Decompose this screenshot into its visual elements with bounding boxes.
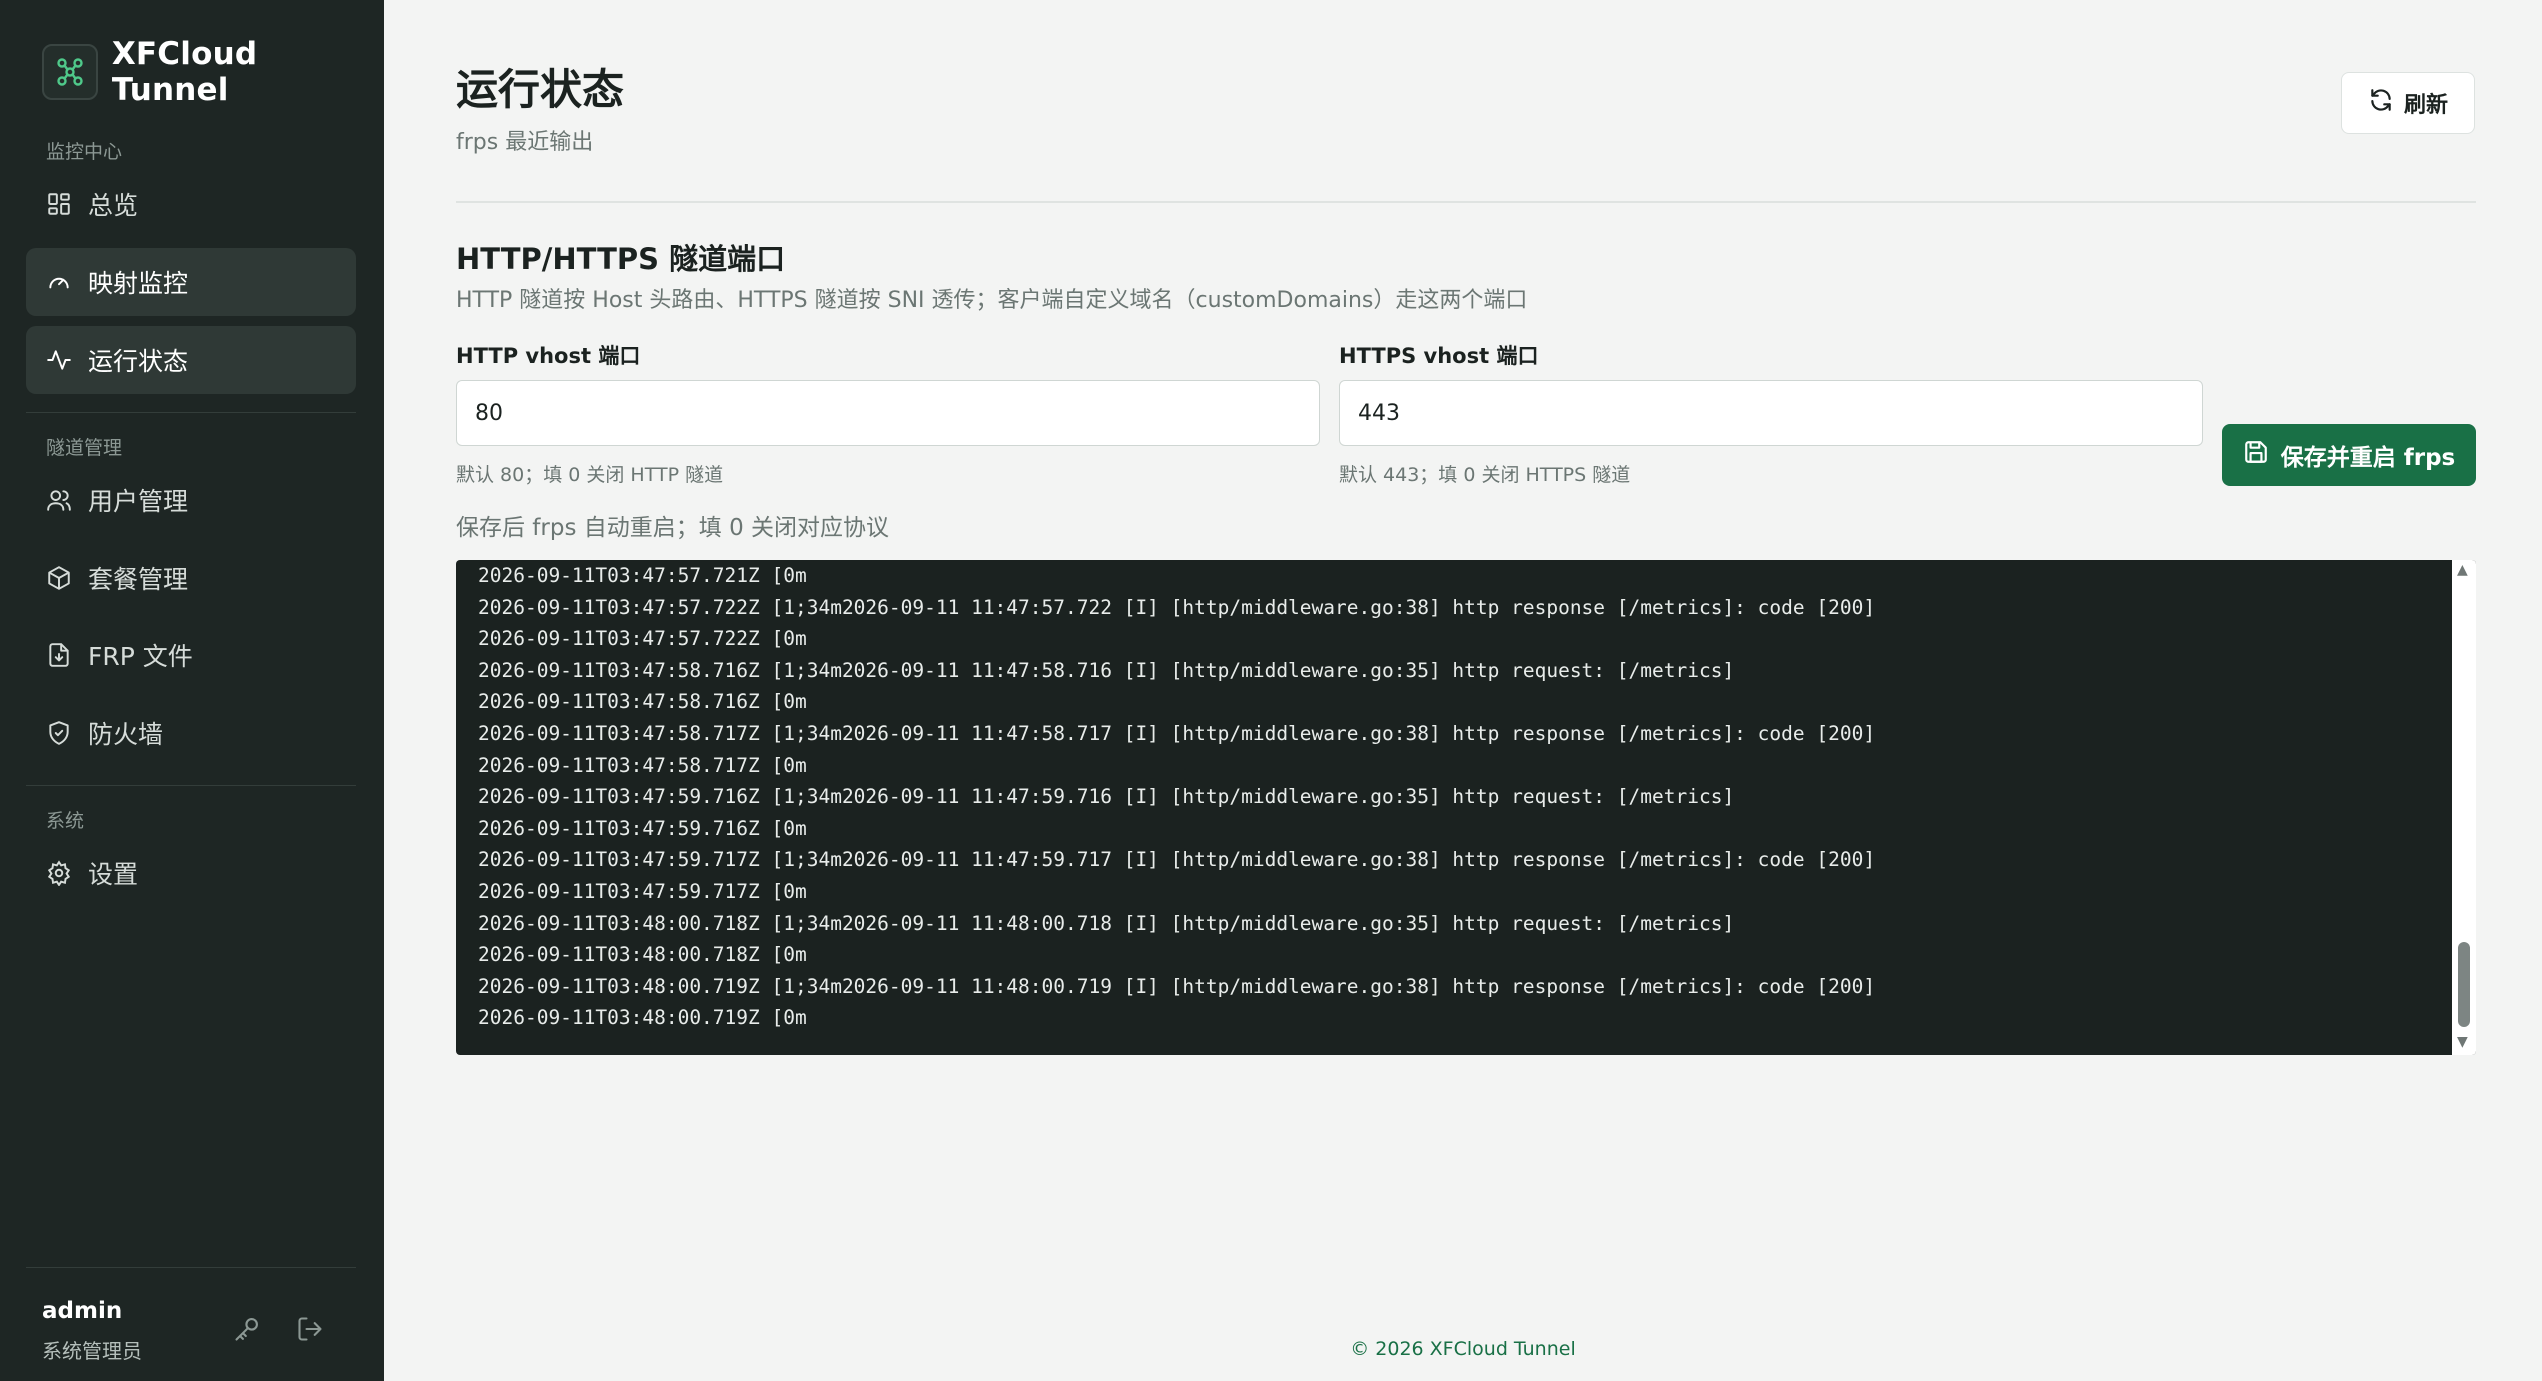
sidebar-item-packages[interactable]: 套餐管理 (26, 544, 356, 612)
log-output[interactable]: 2026-09-11T03:47:57.721Z [0m 2026-09-11T… (456, 560, 2476, 1055)
package-icon (44, 563, 74, 593)
log-line: 2026-09-11T03:47:59.717Z [0m (478, 876, 2436, 908)
log-line: 2026-09-11T03:47:57.721Z [0m (478, 560, 2436, 592)
https-port-input[interactable] (1339, 380, 2203, 446)
log-line: 2026-09-11T03:48:00.718Z [1;34m2026-09-… (478, 908, 2436, 940)
log-line: 2026-09-11T03:47:58.716Z [1;34m2026-09-… (478, 655, 2436, 687)
sidebar-item-users[interactable]: 用户管理 (26, 466, 356, 534)
log-line: 2026-09-11T03:47:59.717Z [1;34m2026-09-… (478, 844, 2436, 876)
sidebar-item-label: 防火墙 (88, 715, 163, 751)
sidebar-divider (26, 412, 356, 413)
sidebar-item-settings[interactable]: 设置 (26, 839, 356, 907)
sidebar-item-mapping-monitor[interactable]: 映射监控 (26, 248, 356, 316)
activity-icon (44, 345, 74, 375)
main-content: 运行状态 frps 最近输出 刷新 HTTP/HTTPS 隧道端口 HTTP 隧… (384, 0, 2542, 1381)
footer-copyright: © 2026 XFCloud Tunnel (384, 1338, 2542, 1360)
log-line: 2026-09-11T03:47:58.717Z [1;34m2026-09-… (478, 718, 2436, 750)
log-line: 2026-09-11T03:48:00.718Z [0m (478, 939, 2436, 971)
log-line: 2026-09-11T03:47:57.722Z [0m (478, 623, 2436, 655)
http-port-label: HTTP vhost 端口 (456, 340, 640, 370)
sidebar-divider (26, 785, 356, 786)
sidebar-item-label: 设置 (88, 855, 138, 891)
key-icon[interactable] (230, 1312, 264, 1346)
sidebar: XFCloud Tunnel 监控中心 总览 映射监控 运行状态 隧道管理 用户… (0, 0, 384, 1381)
log-lines: 2026-09-11T03:47:57.721Z [0m 2026-09-11T… (478, 560, 2436, 1034)
sidebar-item-firewall[interactable]: 防火墙 (26, 699, 356, 767)
sidebar-item-status[interactable]: 运行状态 (26, 326, 356, 394)
user-role: 系统管理员 (42, 1335, 142, 1364)
log-scrollbar[interactable]: ▲ ▼ (2452, 560, 2476, 1055)
scroll-thumb[interactable] (2458, 942, 2470, 1027)
ports-section-title: HTTP/HTTPS 隧道端口 (456, 236, 785, 278)
sidebar-item-frp-files[interactable]: FRP 文件 (26, 621, 356, 689)
users-icon (44, 485, 74, 515)
log-line: 2026-09-11T03:47:58.716Z [0m (478, 686, 2436, 718)
scroll-down-icon[interactable]: ▼ (2457, 1034, 2468, 1050)
header-divider (456, 201, 2476, 203)
save-restart-button[interactable]: 保存并重启 frps (2222, 424, 2476, 486)
log-line: 2026-09-11T03:47:57.722Z [1;34m2026-09-… (478, 592, 2436, 624)
log-line: 2026-09-11T03:47:59.716Z [0m (478, 813, 2436, 845)
page-title: 运行状态 (456, 56, 624, 117)
ports-section-description: HTTP 隧道按 Host 头路由、HTTPS 隧道按 SNI 透传；客户端自定… (456, 282, 1527, 314)
sidebar-item-label: FRP 文件 (88, 637, 193, 673)
save-label: 保存并重启 frps (2281, 438, 2456, 472)
gauge-icon (44, 267, 74, 297)
page-subtitle: frps 最近输出 (456, 124, 593, 156)
sidebar-item-label: 映射监控 (88, 264, 188, 300)
grid-icon (44, 189, 74, 219)
scroll-up-icon[interactable]: ▲ (2457, 562, 2468, 578)
save-icon (2243, 439, 2269, 471)
log-line: 2026-09-11T03:47:58.717Z [0m (478, 750, 2436, 782)
logo-icon (42, 44, 98, 100)
https-port-hint: 默认 443；填 0 关闭 HTTPS 隧道 (1339, 460, 1630, 487)
https-port-label: HTTPS vhost 端口 (1339, 340, 1538, 370)
brand[interactable]: XFCloud Tunnel (42, 36, 384, 108)
http-port-hint: 默认 80；填 0 关闭 HTTP 隧道 (456, 460, 723, 487)
sidebar-divider (26, 1267, 356, 1268)
file-download-icon (44, 640, 74, 670)
refresh-label: 刷新 (2404, 87, 2448, 119)
sidebar-item-label: 用户管理 (88, 482, 188, 518)
http-port-input[interactable] (456, 380, 1320, 446)
brand-name: XFCloud Tunnel (112, 36, 384, 108)
log-line: 2026-09-11T03:48:00.719Z [1;34m2026-09-… (478, 971, 2436, 1003)
sidebar-item-label: 套餐管理 (88, 560, 188, 596)
refresh-icon (2368, 87, 2394, 119)
log-line: 2026-09-11T03:48:00.719Z [0m (478, 1002, 2436, 1034)
refresh-button[interactable]: 刷新 (2341, 72, 2475, 134)
section-label-system: 系统 (46, 806, 84, 833)
section-label-tunnels: 隧道管理 (46, 433, 122, 460)
gear-icon (44, 858, 74, 888)
shield-check-icon (44, 718, 74, 748)
user-name: admin (42, 1298, 122, 1324)
log-line: 2026-09-11T03:47:59.716Z [1;34m2026-09-… (478, 781, 2436, 813)
section-label-monitor: 监控中心 (46, 137, 122, 164)
sidebar-item-overview[interactable]: 总览 (26, 170, 356, 238)
sidebar-item-label: 运行状态 (88, 342, 188, 378)
logout-icon[interactable] (293, 1312, 327, 1346)
sidebar-item-label: 总览 (88, 186, 138, 222)
restart-note: 保存后 frps 自动重启；填 0 关闭对应协议 (456, 508, 889, 542)
